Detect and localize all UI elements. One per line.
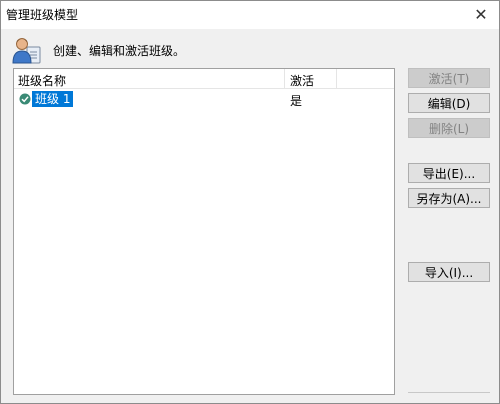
- edit-button[interactable]: 编辑(D): [408, 93, 490, 113]
- check-icon: [19, 93, 31, 105]
- column-header-class-name[interactable]: 班级名称: [18, 72, 284, 88]
- close-button[interactable]: ✕: [467, 2, 495, 26]
- export-button[interactable]: 导出(E)...: [408, 163, 490, 183]
- title-bar: 管理班级模型 ✕: [1, 1, 499, 29]
- window-title: 管理班级模型: [6, 8, 79, 22]
- import-button[interactable]: 导入(I)...: [408, 262, 490, 282]
- class-list[interactable]: 班级名称 激活 班级 1 是: [13, 68, 395, 395]
- list-item[interactable]: 班级 1 是: [14, 90, 394, 108]
- divider: [408, 392, 490, 393]
- list-header: 班级名称 激活: [14, 69, 394, 89]
- manage-class-model-dialog: 管理班级模型 ✕ 创建、编辑和激活班级。 班级名称 激活 班级 1 是 激活(T…: [0, 0, 500, 404]
- activate-button[interactable]: 激活(T): [408, 68, 490, 88]
- user-icon: [12, 38, 41, 64]
- row-class-name: 班级 1: [32, 91, 74, 107]
- column-divider[interactable]: [284, 69, 285, 89]
- header-description: 创建、编辑和激活班级。: [53, 44, 186, 58]
- column-divider[interactable]: [336, 69, 337, 89]
- delete-button[interactable]: 删除(L): [408, 118, 490, 138]
- row-active-value: 是: [290, 94, 303, 108]
- column-header-active[interactable]: 激活: [290, 72, 334, 88]
- save-as-button[interactable]: 另存为(A)...: [408, 188, 490, 208]
